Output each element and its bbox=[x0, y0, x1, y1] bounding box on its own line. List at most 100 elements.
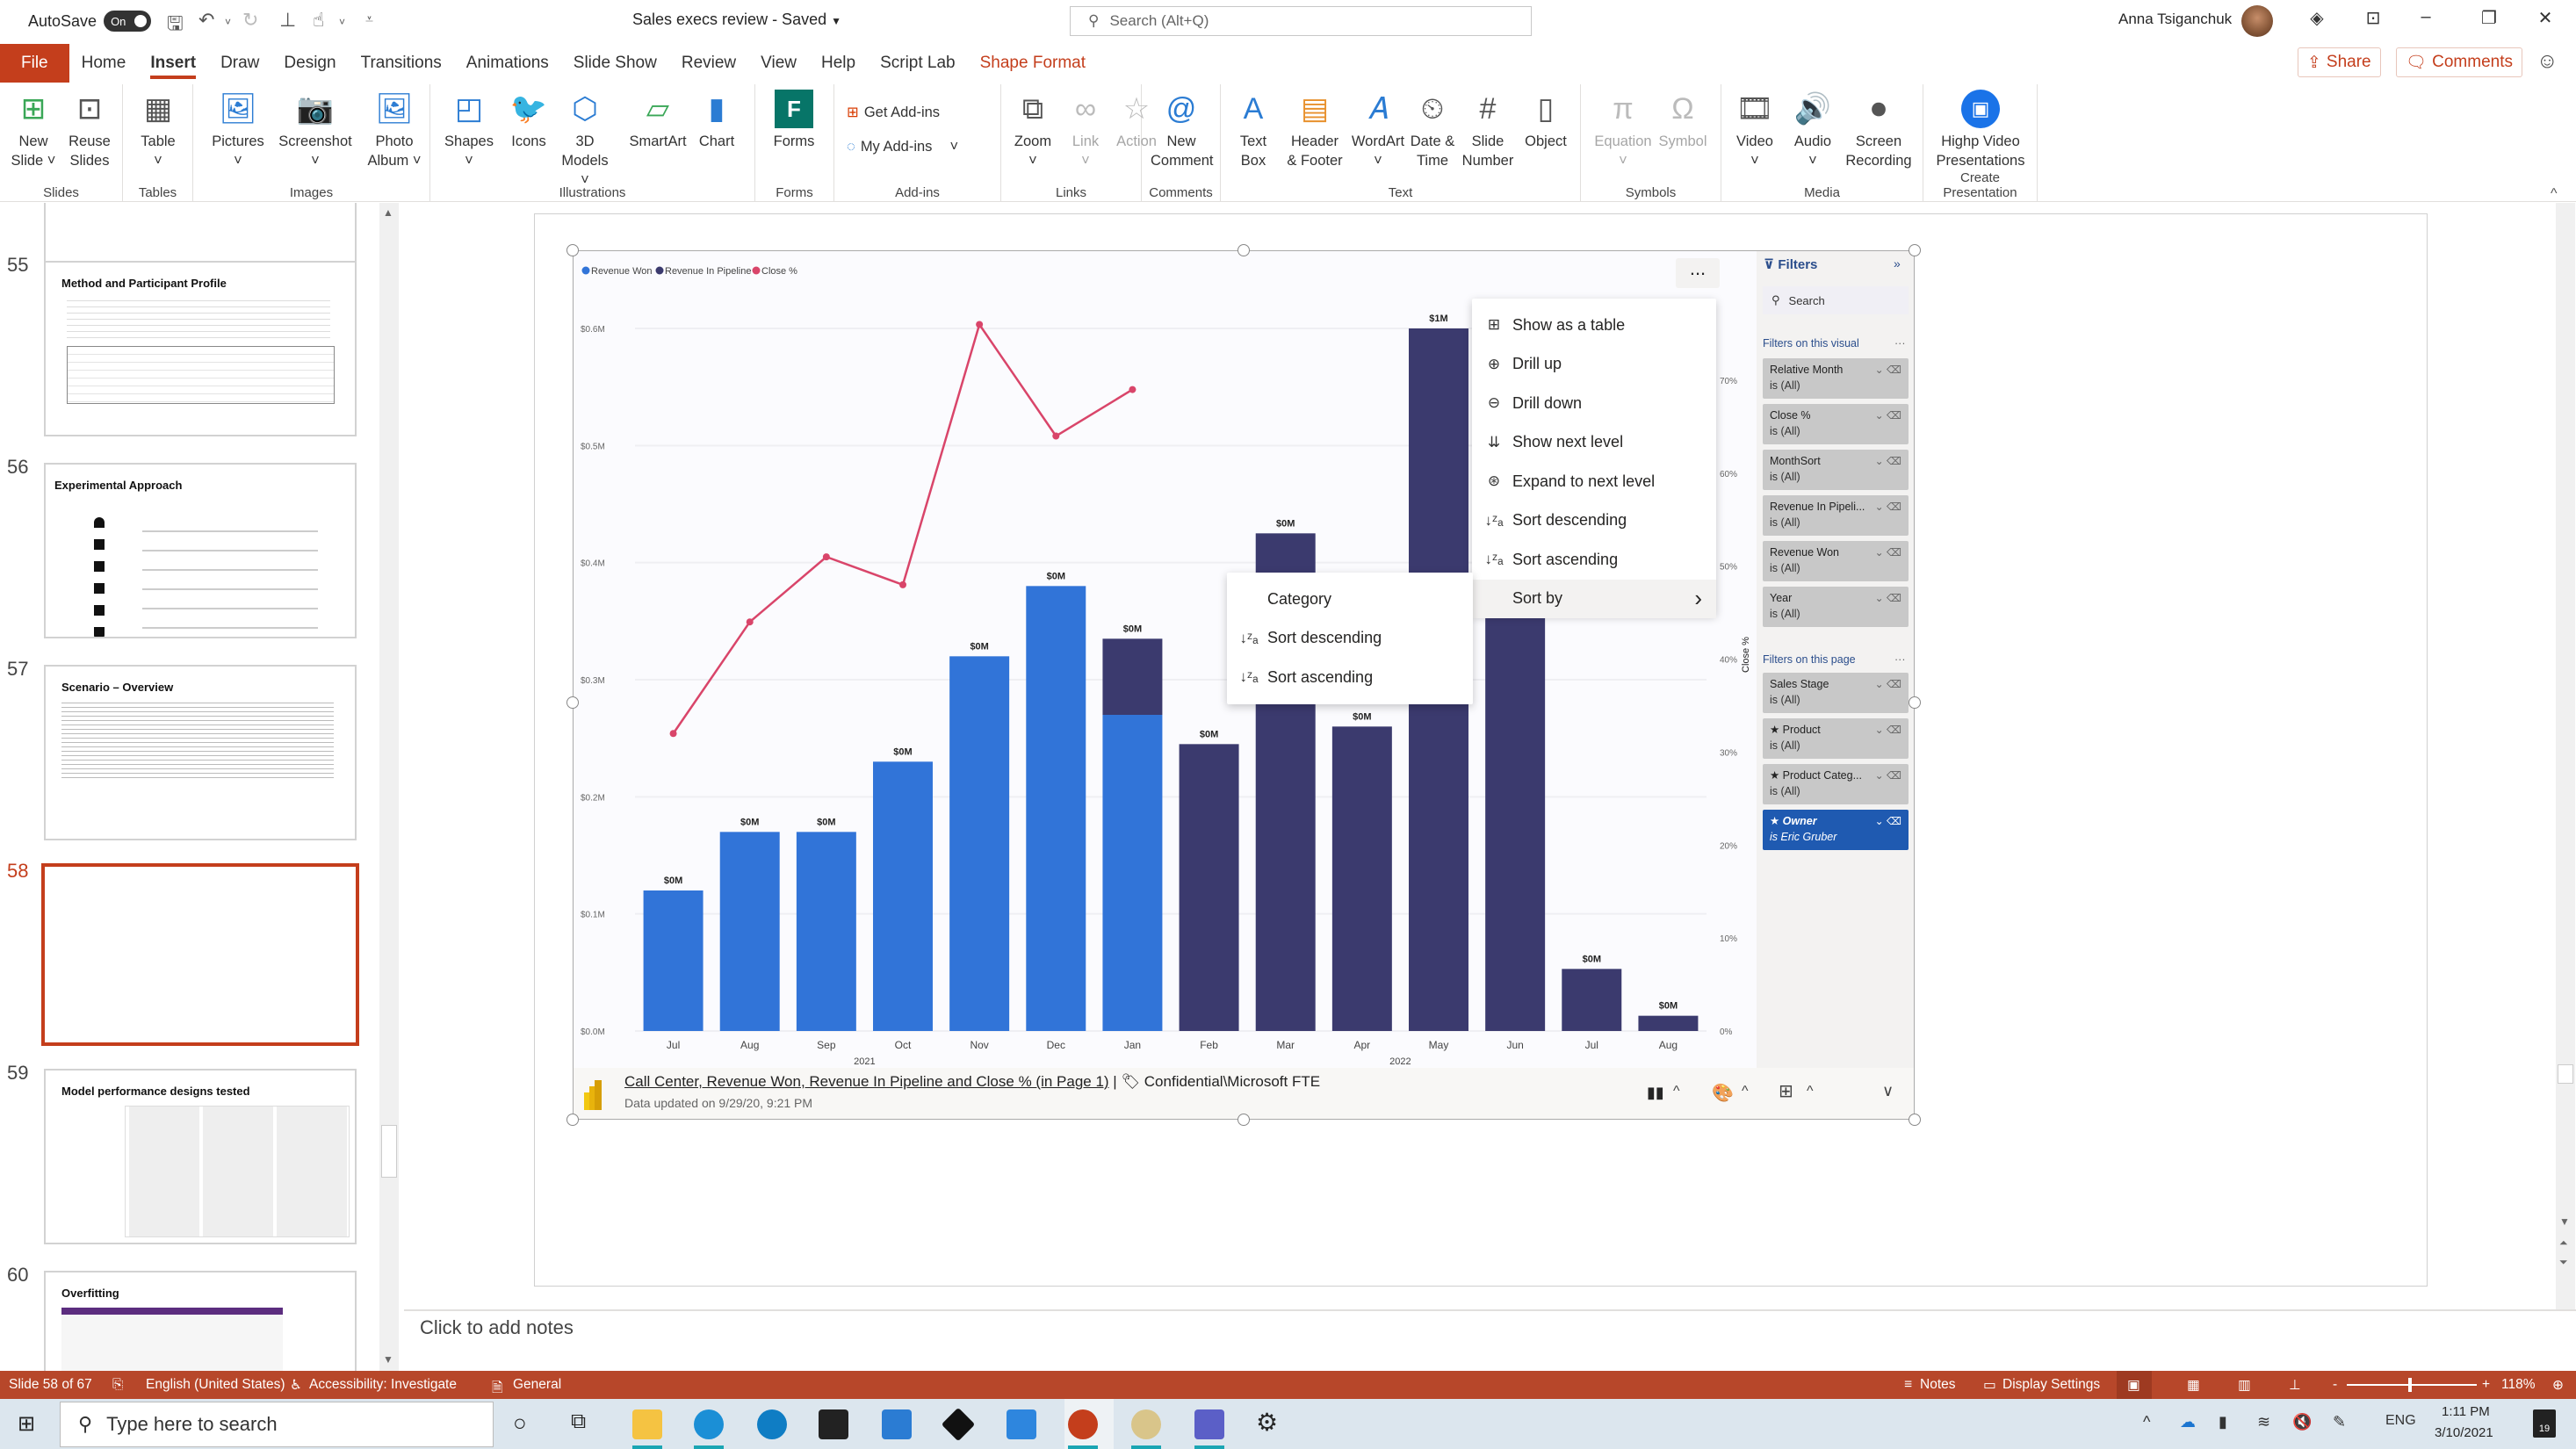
teams-icon[interactable] bbox=[1194, 1409, 1224, 1439]
notifications-button[interactable]: 19 bbox=[2533, 1409, 2556, 1438]
my-add-ins-button[interactable]: ◌ My Add-ins ˅ bbox=[847, 139, 958, 155]
resize-handle[interactable] bbox=[566, 696, 579, 709]
filter-card[interactable]: MonthSort is (All) ⌄ ⌫ bbox=[1763, 450, 1909, 490]
text-box-button[interactable]: A Text Box bbox=[1231, 90, 1275, 170]
zoom-level[interactable]: 118% bbox=[2501, 1377, 2536, 1393]
filter-card[interactable]: Close % is (All) ⌄ ⌫ bbox=[1763, 404, 1909, 444]
screen-recording-button[interactable]: ⏺ Screen Recording bbox=[1841, 90, 1916, 170]
chevron-up-icon[interactable]: ^ bbox=[1673, 1084, 1680, 1099]
cortana-icon[interactable]: ○ bbox=[513, 1409, 527, 1437]
share-button[interactable]: ⇪ Share bbox=[2298, 47, 2381, 77]
clock-date[interactable]: 3/10/2021 bbox=[2435, 1425, 2493, 1440]
filter-expand-clear-icons[interactable]: ⌄ ⌫ bbox=[1875, 768, 1901, 783]
tab-design[interactable]: Design bbox=[271, 44, 348, 83]
zoom-out-icon[interactable]: - bbox=[2333, 1377, 2337, 1393]
new-slide-button[interactable]: ⊞ New Slide ˅ bbox=[9, 90, 58, 170]
menu-item-sort-descending[interactable]: ↓ᶻₐ Sort descending bbox=[1472, 501, 1716, 540]
app-icon[interactable] bbox=[941, 1407, 976, 1442]
tray-overflow-icon[interactable]: ^ bbox=[2143, 1413, 2150, 1431]
zoom-in-icon[interactable]: + bbox=[2482, 1377, 2490, 1393]
thumbnail-scrollbar[interactable] bbox=[379, 203, 399, 1371]
tab-transitions[interactable]: Transitions bbox=[349, 44, 454, 83]
highp-video-presentations-button[interactable]: ▣ Highp Video Presentations bbox=[1932, 90, 2029, 170]
touch-dropdown-icon[interactable]: ˅ bbox=[339, 16, 345, 28]
palette-icon[interactable]: 🎨 bbox=[1712, 1082, 1734, 1104]
clock-time[interactable]: 1:11 PM bbox=[2442, 1404, 2490, 1419]
menu-item-show-next-level[interactable]: ⇊ Show next level bbox=[1472, 423, 1716, 462]
menu-item-drill-up[interactable]: ⊕ Drill up bbox=[1472, 345, 1716, 384]
editor-scrollbar[interactable] bbox=[2556, 203, 2575, 1309]
date-time-button[interactable]: ⏲ Date & Time bbox=[1407, 90, 1458, 170]
filter-expand-clear-icons[interactable]: ⌄ ⌫ bbox=[1875, 722, 1901, 738]
input-language[interactable]: ENG bbox=[2385, 1413, 2416, 1429]
resize-handle[interactable] bbox=[1909, 1114, 1921, 1126]
powerpoint-icon[interactable] bbox=[1068, 1409, 1098, 1439]
reading-view-icon[interactable]: ▥ bbox=[2238, 1377, 2251, 1394]
fit-slide-icon[interactable]: ⊕ bbox=[2552, 1377, 2564, 1394]
redo-icon[interactable]: ↻ bbox=[242, 9, 258, 32]
scroll-down-icon[interactable]: ▼ bbox=[2559, 1215, 2570, 1228]
forms-button[interactable]: F Forms bbox=[769, 90, 819, 170]
sensitivity-status[interactable]: General bbox=[513, 1377, 561, 1393]
previous-slide-icon[interactable]: ⏶ bbox=[2559, 1236, 2568, 1250]
pen-icon[interactable]: ✎ bbox=[2333, 1413, 2346, 1431]
slide-thumbnail-56[interactable]: Experimental Approach bbox=[44, 463, 357, 638]
slide-sorter-icon[interactable]: ▦ bbox=[2187, 1377, 2200, 1394]
scroll-down-icon[interactable]: ▼ bbox=[383, 1353, 393, 1366]
edge-beta-icon[interactable] bbox=[757, 1409, 787, 1439]
link-button[interactable]: ∞ Link ˅ bbox=[1063, 90, 1108, 170]
wordart-button[interactable]: 𝐴 WordArt ˅ bbox=[1351, 90, 1405, 170]
close-icon[interactable]: ✕ bbox=[2528, 7, 2563, 29]
screenshot-button[interactable]: 📷 Screenshot ˅ bbox=[276, 90, 355, 170]
filter-card[interactable]: Sales Stage is (All) ⌄ ⌫ bbox=[1763, 673, 1909, 713]
avatar[interactable] bbox=[2241, 5, 2273, 37]
slide-thumbnail-57[interactable]: Scenario – Overview bbox=[44, 665, 357, 840]
resize-handle[interactable] bbox=[1909, 696, 1921, 709]
tab-file[interactable]: File bbox=[0, 44, 69, 83]
resize-handle[interactable] bbox=[1909, 244, 1921, 256]
tab-help[interactable]: Help bbox=[809, 44, 868, 83]
autosave-toggle[interactable]: On bbox=[104, 11, 152, 32]
settings-icon[interactable]: ⚙ bbox=[1256, 1408, 1278, 1437]
editor-scrollbar-thumb[interactable] bbox=[2558, 1064, 2573, 1084]
slide-thumbnail-58[interactable] bbox=[41, 863, 359, 1046]
collapse-filters-icon[interactable]: » bbox=[1894, 256, 1901, 270]
notes-pane[interactable]: Click to add notes bbox=[404, 1309, 2576, 1371]
comments-button[interactable]: 🗨 Comments bbox=[2396, 47, 2522, 77]
menu-item-sort-ascending[interactable]: ↓ᶻₐ Sort ascending bbox=[1472, 540, 1716, 579]
undo-dropdown-icon[interactable]: ˅ bbox=[225, 16, 231, 28]
menu-item-sort-by[interactable]: Sort by › bbox=[1472, 579, 1716, 618]
menu-item-category[interactable]: Category bbox=[1227, 580, 1473, 618]
tab-script-lab[interactable]: Script Lab bbox=[868, 44, 968, 83]
feedback-smiley-icon[interactable]: ☺ bbox=[2536, 49, 2558, 74]
new-comment-button[interactable]: @ New Comment bbox=[1151, 90, 1214, 170]
menu-item-drill-down[interactable]: ⊖ Drill down bbox=[1472, 384, 1716, 422]
accessibility-status[interactable]: Accessibility: Investigate bbox=[309, 1377, 457, 1393]
ribbon-display-icon[interactable]: ⊡ bbox=[2356, 7, 2391, 29]
filter-card[interactable]: Year is (All) ⌄ ⌫ bbox=[1763, 587, 1909, 627]
user-name[interactable]: Anna Tsiganchuk bbox=[2118, 11, 2232, 28]
resize-handle[interactable] bbox=[1237, 1114, 1250, 1126]
more-icon[interactable]: ··· bbox=[1894, 653, 1906, 666]
save-icon[interactable]: 🖫 bbox=[167, 9, 184, 42]
menu-item-sort-descending[interactable]: ↓ᶻₐ Sort descending bbox=[1227, 619, 1473, 658]
spelling-icon[interactable]: ⎘ bbox=[112, 1377, 123, 1393]
paint-icon[interactable] bbox=[1131, 1409, 1161, 1439]
language[interactable]: English (United States) bbox=[146, 1377, 285, 1393]
slide-number-button[interactable]: # Slide Number bbox=[1461, 90, 1514, 170]
filter-card[interactable]: Relative Month is (All) ⌄ ⌫ bbox=[1763, 358, 1909, 399]
tab-draw[interactable]: Draw bbox=[208, 44, 271, 83]
next-slide-icon[interactable]: ⏷ bbox=[2559, 1256, 2568, 1269]
slide-thumbnail-60[interactable]: Overfitting bbox=[44, 1271, 357, 1371]
filter-card[interactable]: Revenue In Pipeli... is (All) ⌄ ⌫ bbox=[1763, 495, 1909, 536]
search-input[interactable]: ⚲ Search (Alt+Q) bbox=[1070, 6, 1532, 36]
more-options-button[interactable]: ... bbox=[1676, 258, 1720, 288]
filter-card[interactable]: ★ Owner is Eric Gruber ⌄ ⌫ bbox=[1763, 810, 1909, 850]
filter-expand-clear-icons[interactable]: ⌄ ⌫ bbox=[1875, 676, 1901, 692]
touch-mode-icon[interactable]: ☝ bbox=[313, 9, 324, 32]
tab-slide-show[interactable]: Slide Show bbox=[561, 44, 669, 83]
zoom-button[interactable]: ⧉ Zoom ˅ bbox=[1008, 90, 1057, 170]
edge-icon[interactable] bbox=[694, 1409, 724, 1439]
battery-icon[interactable]: ▮ bbox=[2219, 1413, 2227, 1431]
vscode-icon[interactable] bbox=[1007, 1409, 1036, 1439]
